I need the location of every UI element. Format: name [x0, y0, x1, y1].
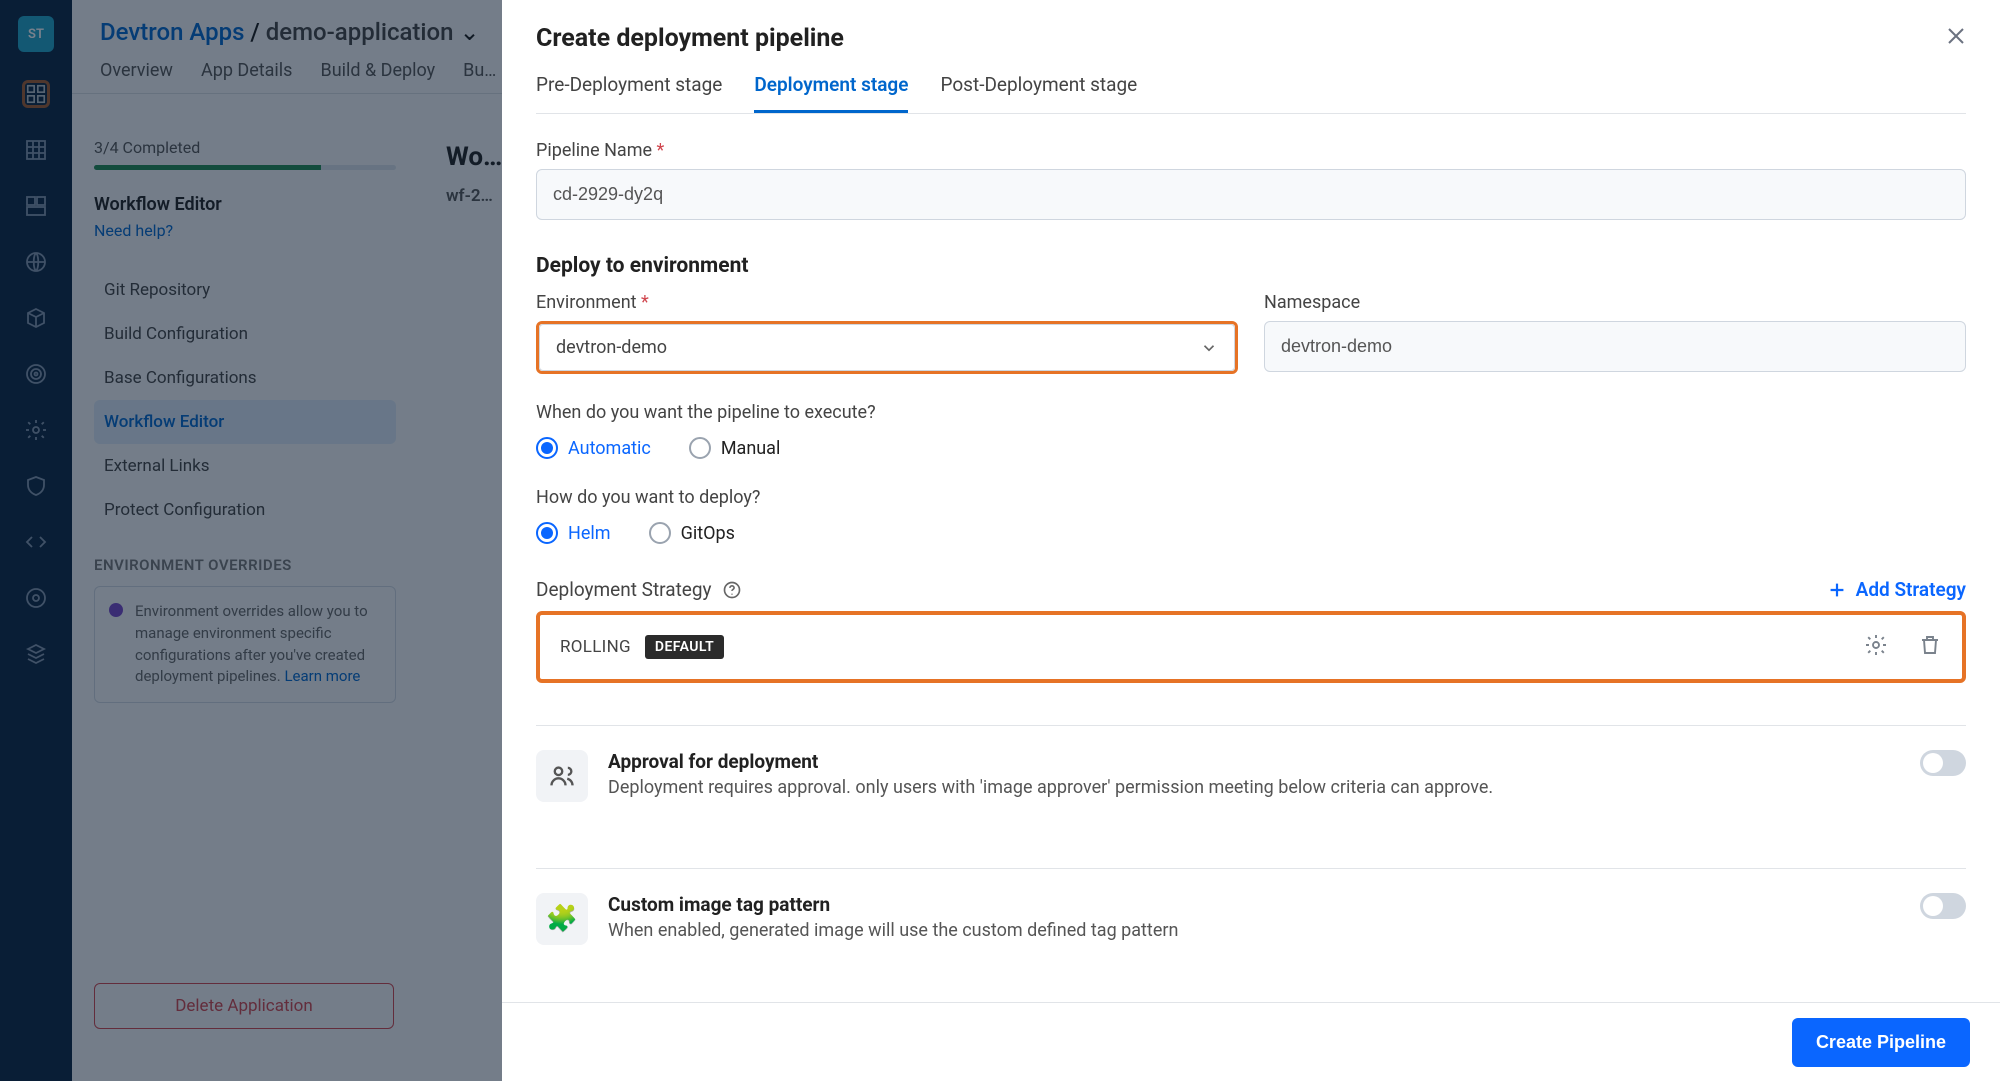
radio-automatic[interactable]: Automatic	[536, 437, 651, 459]
deployment-strategy-heading: Deployment Strategy	[536, 578, 712, 601]
approval-option: Approval for deployment Deployment requi…	[536, 726, 1966, 826]
radio-helm[interactable]: Helm	[536, 522, 611, 544]
radio-icon	[536, 437, 558, 459]
pipeline-name-label-text: Pipeline Name	[536, 140, 652, 161]
tag-pattern-option: 🧩 Custom image tag pattern When enabled,…	[536, 869, 1966, 969]
tag-toggle[interactable]	[1920, 893, 1966, 919]
execute-question: When do you want the pipeline to execute…	[536, 402, 1966, 423]
strategy-name: ROLLING	[560, 637, 631, 657]
chevron-down-icon	[1200, 339, 1218, 357]
environment-value: devtron-demo	[556, 337, 667, 358]
tab-deployment[interactable]: Deployment stage	[754, 73, 908, 113]
users-icon	[548, 762, 576, 790]
panel-footer: Create Pipeline	[502, 1003, 2000, 1081]
add-strategy-button[interactable]: Add Strategy	[1826, 578, 1966, 601]
radio-automatic-label: Automatic	[568, 438, 651, 459]
strategy-delete-button[interactable]	[1918, 633, 1942, 661]
close-icon	[1944, 24, 1968, 48]
pipeline-name-input[interactable]	[536, 169, 1966, 220]
pipeline-name-label: Pipeline Name *	[536, 140, 1966, 161]
tag-title: Custom image tag pattern	[608, 893, 1900, 916]
trash-icon	[1918, 633, 1942, 657]
radio-manual[interactable]: Manual	[689, 437, 781, 459]
stage-tabs: Pre-Deployment stage Deployment stage Po…	[536, 73, 1966, 114]
plus-icon	[1826, 579, 1848, 601]
tag-desc: When enabled, generated image will use t…	[608, 920, 1900, 941]
strategy-settings-button[interactable]	[1864, 633, 1888, 661]
strategy-row: ROLLING DEFAULT	[536, 611, 1966, 683]
radio-gitops[interactable]: GitOps	[649, 522, 735, 544]
radio-icon	[649, 522, 671, 544]
default-badge: DEFAULT	[645, 635, 724, 659]
tab-post-deployment[interactable]: Post-Deployment stage	[940, 73, 1137, 113]
deployment-pipeline-panel: Create deployment pipeline Pre-Deploymen…	[502, 0, 2000, 1081]
approval-icon-box	[536, 750, 588, 802]
deploy-question: How do you want to deploy?	[536, 487, 1966, 508]
environment-label-text: Environment	[536, 292, 637, 313]
namespace-label: Namespace	[1264, 292, 1966, 313]
environment-select[interactable]: devtron-demo	[536, 321, 1238, 374]
radio-icon	[689, 437, 711, 459]
radio-helm-label: Helm	[568, 523, 611, 544]
approval-toggle[interactable]	[1920, 750, 1966, 776]
approval-title: Approval for deployment	[608, 750, 1900, 773]
tab-pre-deployment[interactable]: Pre-Deployment stage	[536, 73, 722, 113]
close-button[interactable]	[1944, 24, 1968, 52]
radio-manual-label: Manual	[721, 438, 781, 459]
panel-title: Create deployment pipeline	[536, 24, 1966, 53]
radio-icon	[536, 522, 558, 544]
add-strategy-label: Add Strategy	[1856, 578, 1966, 601]
tag-icon: 🧩	[536, 893, 588, 945]
environment-label: Environment *	[536, 292, 1238, 313]
create-pipeline-button[interactable]: Create Pipeline	[1792, 1018, 1970, 1067]
namespace-input[interactable]	[1264, 321, 1966, 372]
approval-desc: Deployment requires approval. only users…	[608, 777, 1900, 798]
help-icon[interactable]	[722, 580, 742, 600]
gear-icon	[1864, 633, 1888, 657]
radio-gitops-label: GitOps	[681, 523, 735, 544]
deploy-env-heading: Deploy to environment	[536, 254, 1966, 278]
